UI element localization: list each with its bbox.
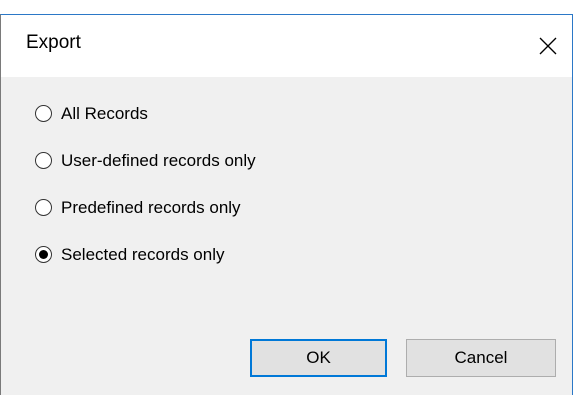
export-options-group: All Records User-defined records only Pr… bbox=[35, 102, 256, 290]
dialog-titlebar: Export bbox=[1, 15, 572, 77]
export-dialog: Export All Records User-defined records … bbox=[0, 14, 573, 395]
cancel-button[interactable]: Cancel bbox=[406, 339, 556, 377]
radio-user-defined-records[interactable] bbox=[35, 152, 52, 169]
option-predefined-records[interactable]: Predefined records only bbox=[35, 196, 256, 219]
option-selected-records[interactable]: Selected records only bbox=[35, 243, 256, 266]
radio-selected-records[interactable] bbox=[35, 246, 52, 263]
option-label[interactable]: All Records bbox=[61, 104, 148, 124]
dialog-title: Export bbox=[26, 32, 81, 53]
close-icon bbox=[539, 37, 557, 55]
option-user-defined-records[interactable]: User-defined records only bbox=[35, 149, 256, 172]
radio-all-records[interactable] bbox=[35, 105, 52, 122]
option-label[interactable]: Predefined records only bbox=[61, 198, 241, 218]
close-button[interactable] bbox=[524, 15, 572, 77]
radio-predefined-records[interactable] bbox=[35, 199, 52, 216]
option-label[interactable]: User-defined records only bbox=[61, 151, 256, 171]
ok-button[interactable]: OK bbox=[250, 339, 387, 377]
option-all-records[interactable]: All Records bbox=[35, 102, 256, 125]
option-label[interactable]: Selected records only bbox=[61, 245, 224, 265]
